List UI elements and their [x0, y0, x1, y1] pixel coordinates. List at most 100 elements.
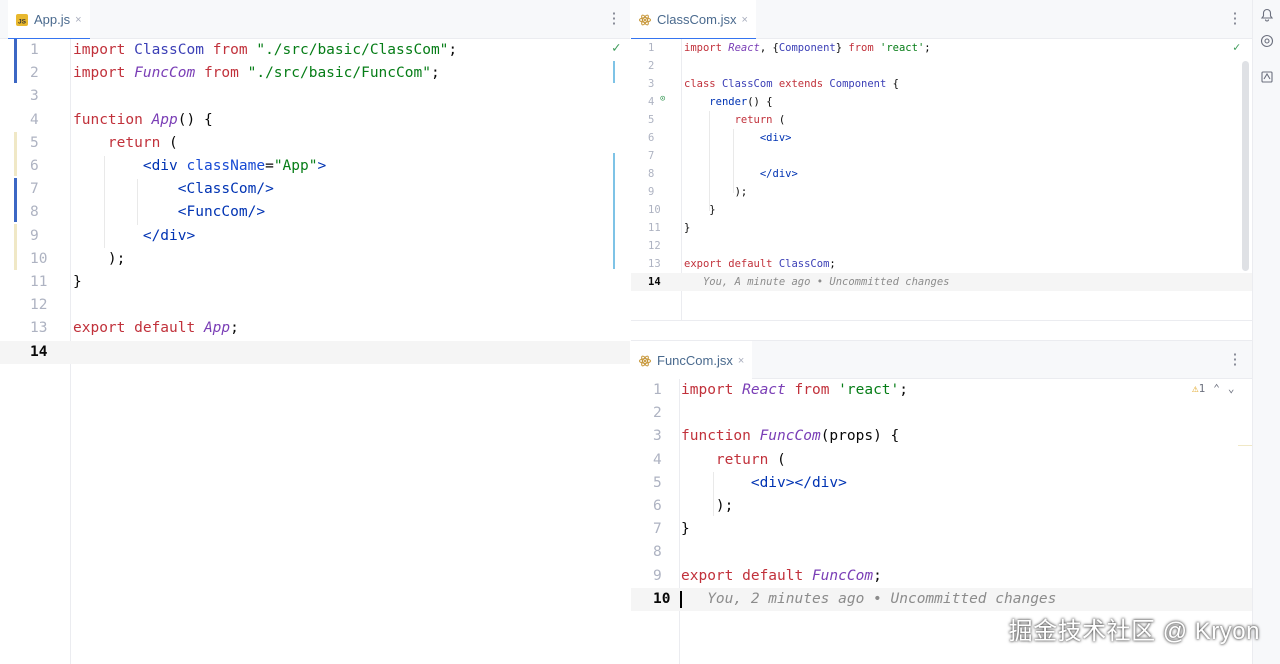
tab-app-js[interactable]: JS App.js × — [8, 0, 90, 40]
code-text: <div></div> — [681, 472, 847, 495]
code-line[interactable]: 7} — [631, 518, 1252, 541]
tab-classcom-jsx[interactable]: ClassCom.jsx × — [631, 0, 756, 40]
tab-funccom-jsx[interactable]: FuncCom.jsx × — [631, 341, 753, 381]
code-line[interactable]: 2 import FuncCom from "./src/basic/FuncCo… — [0, 62, 630, 85]
code-line[interactable]: 3 function FuncCom(props) { — [631, 425, 1252, 448]
code-text: </div> — [73, 225, 195, 248]
close-tab-icon[interactable]: × — [741, 14, 747, 26]
code-token: ( — [169, 134, 178, 151]
code-token: ClassCom — [134, 42, 213, 58]
line-number: 7 — [30, 181, 39, 198]
code-line[interactable]: 2 — [631, 402, 1252, 425]
tab-label: ClassCom.jsx — [657, 12, 737, 27]
more-options-icon[interactable]: ⋮ — [606, 11, 622, 27]
line-number: 11 — [648, 222, 661, 234]
line-number: 6 — [653, 498, 662, 514]
react-file-icon — [639, 355, 651, 367]
previous-highlight-icon[interactable]: ⌃ — [1213, 382, 1220, 395]
code-line[interactable]: 4 function App() { — [0, 109, 630, 132]
code-token: export default — [684, 258, 779, 270]
code-text: import React from 'react'; — [681, 379, 908, 402]
code-token: { — [892, 78, 899, 90]
code-line[interactable]: 9 </div> — [0, 225, 630, 248]
left-editor[interactable]: 1 import ClassCom from "./src/basic/Class… — [0, 39, 630, 664]
code-text: return ( — [681, 449, 786, 472]
current-line[interactable]: 14 — [0, 340, 630, 364]
code-line[interactable]: 7 — [631, 147, 1252, 165]
classcom-editor[interactable]: 1 import React, {Component} from 'react';… — [631, 39, 1252, 321]
code-text: export default FuncCom; — [681, 565, 882, 588]
indent-guide — [104, 156, 105, 248]
code-line[interactable]: 1 import ClassCom from "./src/basic/Class… — [0, 39, 630, 62]
code-line[interactable]: 5 return ( — [0, 132, 630, 155]
code-line[interactable]: 4 return ( — [631, 449, 1252, 472]
code-token: FuncCom — [134, 65, 204, 82]
code-line[interactable]: 9 ); — [631, 183, 1252, 201]
vcs-change-marker — [14, 178, 17, 222]
code-line[interactable]: 7 <ClassCom/> — [0, 178, 630, 201]
vcs-change-marker — [14, 39, 17, 83]
line-number: 6 — [648, 132, 655, 144]
line-number: 10 — [653, 590, 671, 607]
close-tab-icon[interactable]: × — [738, 355, 744, 367]
close-tab-icon[interactable]: × — [75, 14, 81, 26]
code-token: export default — [681, 567, 812, 584]
code-token: from — [848, 42, 881, 54]
ai-assistant-icon[interactable] — [1259, 34, 1275, 50]
next-highlight-icon[interactable]: ⌄ — [1228, 382, 1235, 395]
code-line[interactable]: 1 import React, {Component} from 'react'; — [631, 39, 1252, 57]
notifications-icon[interactable] — [1259, 8, 1275, 24]
code-token: return — [715, 451, 778, 468]
no-problems-check-icon: ✓ — [1233, 40, 1241, 54]
code-line[interactable]: 11} — [0, 271, 630, 294]
code-token: 'react' — [880, 42, 925, 54]
code-line[interactable]: 10 ); — [0, 248, 630, 271]
more-options-icon[interactable]: ⋮ — [1227, 11, 1243, 27]
code-line[interactable]: 12 — [0, 294, 630, 317]
code-line[interactable]: 13 export default ClassCom; — [631, 255, 1252, 273]
code-line[interactable]: 8 <FuncCom/> — [0, 201, 630, 224]
indent-guide — [713, 472, 714, 516]
code-token: extends — [778, 78, 830, 90]
code-token: React — [728, 42, 760, 54]
code-line[interactable]: 1 import React from 'react'; — [631, 379, 1252, 402]
code-line[interactable]: 2 — [631, 57, 1252, 75]
code-line[interactable]: 10 } — [631, 201, 1252, 219]
no-problems-check-icon: ✓ — [612, 40, 621, 56]
code-line[interactable]: 11} — [631, 219, 1252, 237]
code-token: ; — [924, 42, 931, 54]
bottomright-tab-bar: FuncCom.jsx × ⋮ — [631, 340, 1252, 381]
line-number: 2 — [30, 65, 39, 82]
code-line[interactable]: 5 <div></div> — [631, 472, 1252, 495]
code-text: ); — [684, 183, 748, 201]
code-line[interactable]: 13 export default App; — [0, 317, 630, 340]
code-line[interactable]: 4 render() { — [631, 93, 1252, 111]
code-token: ); — [681, 498, 734, 514]
indent-guide — [709, 111, 710, 211]
database-icon[interactable] — [1259, 70, 1275, 86]
current-line[interactable]: 14 You, A minute ago • Uncommitted chang… — [631, 273, 1252, 291]
line-number: 11 — [30, 274, 48, 290]
code-line[interactable]: 12 — [631, 237, 1252, 255]
code-line[interactable]: 6 <div className="App"> — [0, 155, 630, 178]
code-line[interactable]: 9 export default FuncCom; — [631, 565, 1252, 588]
code-line[interactable]: 6 <div> — [631, 129, 1252, 147]
code-line[interactable]: 8 — [631, 541, 1252, 564]
line-number: 7 — [648, 150, 655, 162]
code-line[interactable]: 3 class ClassCom extends Component { — [631, 75, 1252, 93]
code-line[interactable]: 5 return ( — [631, 111, 1252, 129]
code-line[interactable]: 3 — [0, 85, 630, 108]
code-line[interactable]: 8 </div> — [631, 165, 1252, 183]
code-token: ; — [430, 65, 440, 82]
line-number: 6 — [30, 158, 39, 174]
more-options-icon[interactable]: ⋮ — [1227, 352, 1243, 368]
vcs-change-marker — [14, 132, 17, 176]
current-line[interactable]: 10 You, 2 minutes ago • Uncommitted chan… — [631, 587, 1252, 611]
warning-indicator[interactable]: ⚠1 ⌃ ⌄ — [1192, 382, 1235, 395]
code-line[interactable]: 6 ); — [631, 495, 1252, 518]
line-number: 12 — [30, 297, 48, 314]
code-token: FuncCom — [811, 567, 874, 584]
